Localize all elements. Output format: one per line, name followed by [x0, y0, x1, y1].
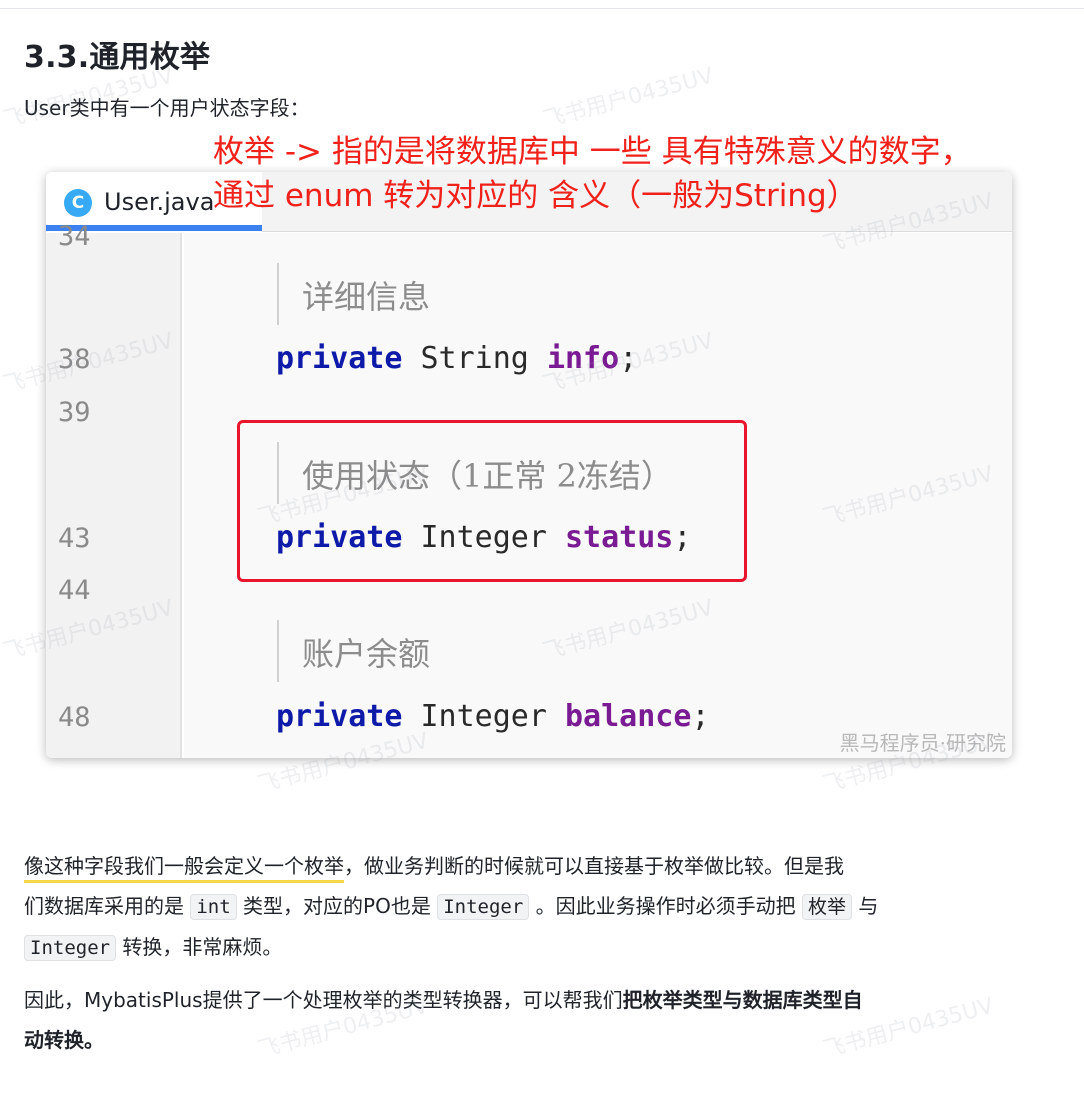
line-number: 38 [58, 344, 91, 375]
doc-comment-bar [277, 620, 279, 682]
semicolon: ; [691, 699, 710, 734]
line-number-gutter: 34 38 39 43 44 48 [46, 221, 182, 758]
highlight-box [237, 420, 747, 582]
paragraph-2: 因此，MybatisPlus提供了一个处理枚举的类型转换器，可以帮我们把枚举类型… [24, 980, 1064, 1060]
text-span: 转换，非常麻烦。 [116, 935, 283, 959]
text-span: 类型，对应的PO也是 [236, 894, 438, 918]
paragraph-1-line-2: 们数据库采用的是 int 类型，对应的PO也是 Integer 。因此业务操作时… [24, 886, 1064, 927]
type-name: Integer [420, 699, 547, 734]
intro-text: User类中有一个用户状态字段： [24, 96, 310, 120]
doc-comment-bar [277, 263, 279, 325]
line-number: 43 [58, 523, 91, 554]
text-span: 与 [852, 894, 879, 918]
red-annotation: 枚举 -> 指的是将数据库中 一些 具有特殊意义的数字， 通过 enum 转为对… [213, 130, 972, 218]
code-line-info: private String info; [276, 341, 637, 376]
image-watermark: 黑马程序员·研究院 [839, 731, 1006, 755]
code-comment: 账户余额 [302, 635, 431, 673]
annotation-line-2: 通过 enum 转为对应的 含义（一般为String） [213, 178, 858, 214]
annotation-line-1: 枚举 -> 指的是将数据库中 一些 具有特殊意义的数字， [213, 134, 972, 170]
keyword: private [276, 699, 403, 734]
keyword: private [276, 341, 403, 376]
inline-code-int: int [190, 894, 237, 920]
text-span: 。因此业务操作时必须手动把 [529, 894, 803, 918]
line-number: 44 [58, 575, 91, 606]
field-name: balance [565, 699, 692, 734]
field-name: info [546, 341, 620, 376]
watermark: 飞书用户0435UV [540, 63, 717, 134]
inline-code-integer: Integer [437, 894, 530, 920]
top-divider [0, 8, 1084, 9]
inline-code-integer: Integer [24, 935, 117, 961]
paragraph-2-line-1: 因此，MybatisPlus提供了一个处理枚举的类型转换器，可以帮我们把枚举类型… [24, 980, 1064, 1020]
bold-text: 把枚举类型与数据库类型自 [622, 988, 863, 1012]
inline-code-enum: 枚举 [802, 894, 853, 920]
line-number: 48 [58, 702, 91, 733]
text-span: 们数据库采用的是 [24, 894, 191, 918]
text-span: 因此，MybatisPlus提供了一个处理枚举的类型转换器，可以帮我们 [24, 988, 623, 1012]
code-line-balance: private Integer balance; [276, 699, 710, 734]
line-number: 34 [58, 221, 91, 252]
tab-label: User.java [104, 188, 215, 216]
highlighted-phrase: 像这种字段我们一般会定义一个枚举 [24, 854, 344, 883]
section-heading: 3.3.通用枚举 [24, 40, 211, 75]
semicolon: ; [619, 341, 638, 376]
code-comment: 详细信息 [302, 278, 431, 316]
paragraph-1: 像这种字段我们一般会定义一个枚举，做业务判断的时候就可以直接基于枚举做比较。但是… [24, 846, 1064, 968]
text-span: ，做业务判断的时候就可以直接基于枚举做比较。但是我 [344, 854, 844, 878]
line-number: 39 [58, 397, 91, 428]
java-class-icon: C [64, 189, 92, 217]
paragraph-1-line-1: 像这种字段我们一般会定义一个枚举，做业务判断的时候就可以直接基于枚举做比较。但是… [24, 846, 1064, 886]
type-name: String [420, 341, 529, 376]
paragraph-1-line-3: Integer 转换，非常麻烦。 [24, 927, 1064, 968]
paragraph-2-line-2: 动转换。 [24, 1020, 1064, 1060]
bold-text: 动转换。 [24, 1028, 104, 1052]
